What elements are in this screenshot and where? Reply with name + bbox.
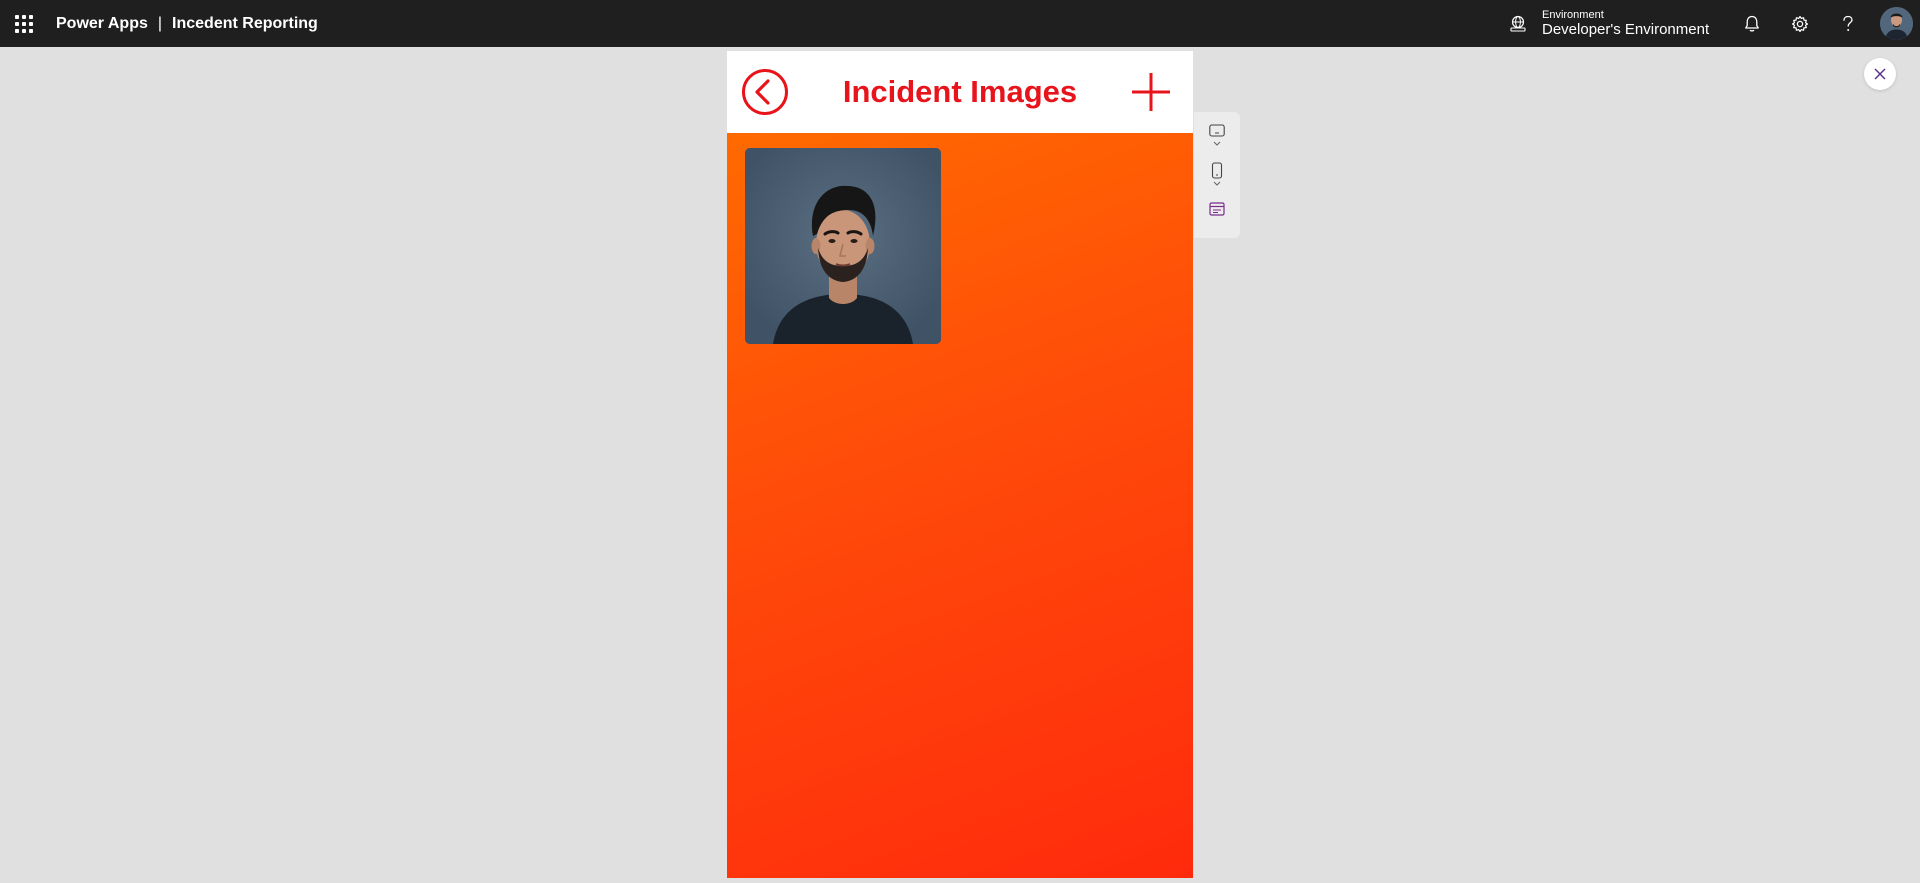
tablet-landscape-icon	[1209, 124, 1225, 146]
waffle-icon	[14, 14, 33, 33]
screen-title: Incident Images	[842, 74, 1078, 109]
image-gallery	[727, 133, 1193, 878]
bell-icon	[1744, 15, 1759, 32]
settings-button[interactable]	[1776, 0, 1823, 47]
app-canvas: Incident Images	[727, 51, 1193, 878]
close-preview-button[interactable]	[1864, 58, 1896, 90]
tablet-size-button[interactable]	[1194, 124, 1240, 148]
phone-size-button[interactable]	[1194, 162, 1240, 188]
environment-label: Environment	[1542, 8, 1604, 21]
person-photo	[745, 148, 941, 344]
title-separator: |	[157, 14, 163, 32]
environment-name: Developer's Environment	[1542, 21, 1710, 39]
product-name[interactable]: Power Apps	[56, 15, 148, 33]
close-icon	[1874, 68, 1886, 80]
app-preview-button[interactable]	[1194, 202, 1240, 216]
gallery-item-image[interactable]	[745, 148, 941, 344]
phone-portrait-icon	[1211, 162, 1223, 186]
app-title: Power Apps | Incedent Reporting	[56, 15, 318, 33]
gear-icon	[1791, 15, 1808, 32]
top-bar: Power Apps | Incedent Reporting Environm…	[0, 0, 1920, 47]
screen-header: Incident Images	[727, 51, 1193, 133]
plus-icon[interactable]	[1130, 71, 1172, 113]
notifications-button[interactable]	[1728, 0, 1775, 47]
help-icon	[1842, 15, 1853, 31]
app-launcher-button[interactable]	[0, 0, 47, 47]
avatar[interactable]	[1880, 7, 1913, 40]
app-preview-icon	[1209, 202, 1225, 216]
profile-photo	[1880, 7, 1913, 40]
environment-icon	[1510, 15, 1526, 32]
chevron-left-circle-icon[interactable]	[741, 68, 789, 116]
environment-picker[interactable]: Environment Developer's Environment	[1508, 0, 1709, 47]
app-name: Incedent Reporting	[172, 14, 318, 32]
preview-device-toolbar	[1194, 112, 1240, 238]
help-button[interactable]	[1824, 0, 1871, 47]
